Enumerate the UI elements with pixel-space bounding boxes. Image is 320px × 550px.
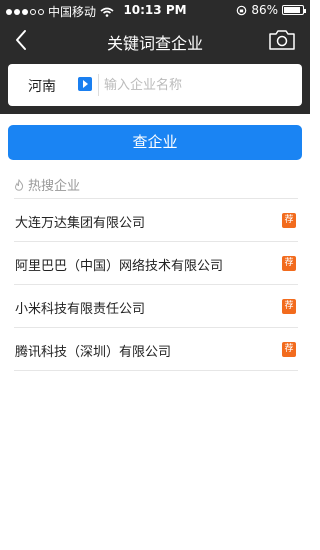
- province-selector[interactable]: 河南: [28, 76, 56, 96]
- hot-search-list: 大连万达集团有限公司 荐 阿里巴巴（中国）网络技术有限公司 荐 小米科技有限责任…: [14, 199, 298, 371]
- list-item[interactable]: 腾讯科技（深圳）有限公司 荐: [14, 328, 298, 371]
- company-name: 阿里巴巴（中国）网络技术有限公司: [15, 259, 224, 274]
- status-bar: 中国移动 10:13 PM 86%: [0, 0, 310, 20]
- list-item[interactable]: 小米科技有限责任公司 荐: [14, 285, 298, 328]
- company-search-input[interactable]: [104, 73, 294, 97]
- header: 中国移动 10:13 PM 86% 关键词查企业 河南: [0, 0, 310, 114]
- company-name: 腾讯科技（深圳）有限公司: [15, 345, 172, 360]
- search-divider: [98, 74, 99, 96]
- page-title: 关键词查企业: [106, 34, 203, 53]
- hot-search-title: 热搜企业: [28, 179, 81, 194]
- list-item[interactable]: 阿里巴巴（中国）网络技术有限公司 荐: [14, 242, 298, 285]
- flame-icon: [14, 178, 24, 191]
- battery-percent: 86%: [251, 3, 278, 17]
- recommend-badge: 荐: [282, 299, 296, 314]
- company-name: 大连万达集团有限公司: [15, 216, 146, 231]
- nav-bar: 关键词查企业: [0, 20, 310, 62]
- company-name: 小米科技有限责任公司: [15, 302, 146, 317]
- search-company-button[interactable]: 查企业: [8, 125, 302, 160]
- province-dropdown-icon[interactable]: [78, 77, 92, 91]
- search-box: 河南: [8, 64, 302, 106]
- recommend-badge: 荐: [282, 256, 296, 271]
- status-right: 86%: [236, 3, 306, 17]
- recommend-badge: 荐: [282, 342, 296, 357]
- battery-icon: [282, 5, 306, 15]
- recommend-badge: 荐: [282, 213, 296, 228]
- hot-search-header: 热搜企业: [14, 175, 80, 194]
- list-item[interactable]: 大连万达集团有限公司 荐: [14, 199, 298, 242]
- camera-icon[interactable]: [268, 28, 296, 52]
- rotation-lock-icon: [237, 5, 247, 15]
